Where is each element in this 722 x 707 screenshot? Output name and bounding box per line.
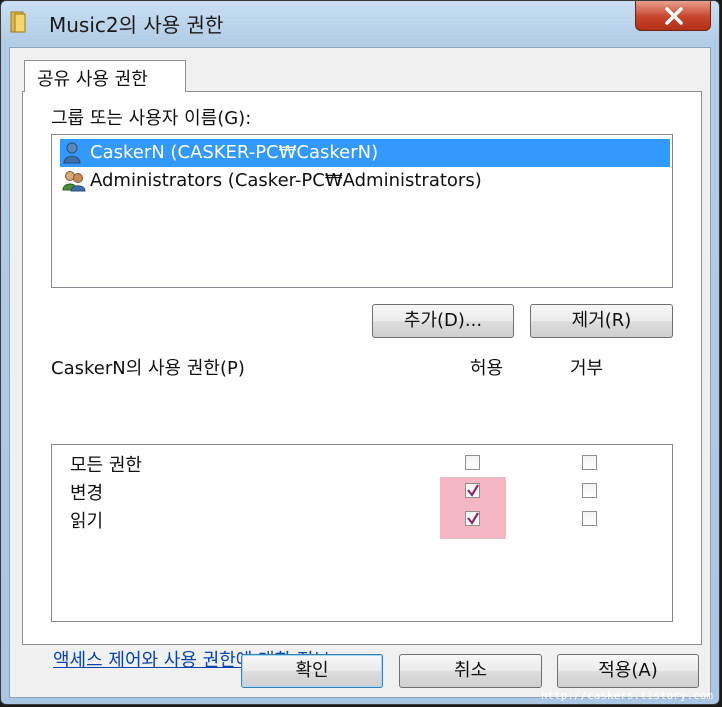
tab-share-permissions[interactable]: 공유 사용 권한 (24, 60, 186, 92)
cancel-button[interactable]: 취소 (399, 654, 542, 688)
deny-checkbox[interactable] (582, 455, 597, 470)
add-button[interactable]: 추가(D)... (372, 304, 514, 338)
watermark: http://caskers.tistory.com (540, 689, 713, 702)
permission-name: 변경 (70, 483, 104, 504)
allow-checkbox[interactable] (465, 455, 480, 470)
permissions-dialog: Music2의 사용 권한 공유 사용 권한 그룹 또는 사용자 이름(G): (0, 0, 720, 705)
ok-button[interactable]: 확인 (241, 654, 383, 688)
title-bar: Music2의 사용 권한 (1, 1, 719, 47)
deny-checkbox[interactable] (582, 483, 597, 498)
close-icon (665, 7, 683, 25)
user-icon (62, 142, 82, 169)
groups-label: 그룹 또는 사용자 이름(G): (51, 108, 252, 129)
permission-name: 읽기 (70, 511, 104, 532)
group-icon (62, 170, 86, 197)
allow-checkbox[interactable] (465, 483, 480, 498)
user-name: CaskerN (CASKER-PC₩CaskerN) (90, 142, 379, 163)
permission-row-full-control: 모든 권한 (52, 449, 672, 477)
tab-panel: 그룹 또는 사용자 이름(G): CaskerN (CASKER-PC₩Cask… (22, 91, 702, 671)
folder-icon (9, 10, 31, 33)
dialog-client-area: 공유 사용 권한 그룹 또는 사용자 이름(G): CaskerN (CASKE… (9, 47, 711, 698)
deny-header: 거부 (570, 358, 604, 379)
allow-checkbox[interactable] (465, 511, 480, 526)
allow-header: 허용 (470, 358, 504, 379)
remove-button[interactable]: 제거(R) (530, 304, 673, 338)
permission-name: 모든 권한 (70, 455, 142, 476)
window-title: Music2의 사용 권한 (49, 13, 224, 37)
checkmark-icon (467, 512, 479, 525)
user-list[interactable]: CaskerN (CASKER-PC₩CaskerN) Administrato… (51, 134, 673, 288)
user-name: Administrators (Casker-PC₩Administrators… (90, 170, 482, 191)
list-item-administrators[interactable]: Administrators (Casker-PC₩Administrators… (60, 167, 670, 195)
permission-row-read: 읽기 (52, 505, 672, 533)
close-button[interactable] (635, 1, 711, 31)
deny-checkbox[interactable] (582, 511, 597, 526)
permission-row-change: 변경 (52, 477, 672, 505)
list-item-caskern[interactable]: CaskerN (CASKER-PC₩CaskerN) (60, 139, 670, 167)
permissions-list: 모든 권한 변경 읽기 (51, 444, 673, 622)
apply-button[interactable]: 적용(A) (557, 654, 699, 688)
permissions-label: CaskerN의 사용 권한(P) (51, 358, 245, 379)
checkmark-icon (467, 484, 479, 497)
